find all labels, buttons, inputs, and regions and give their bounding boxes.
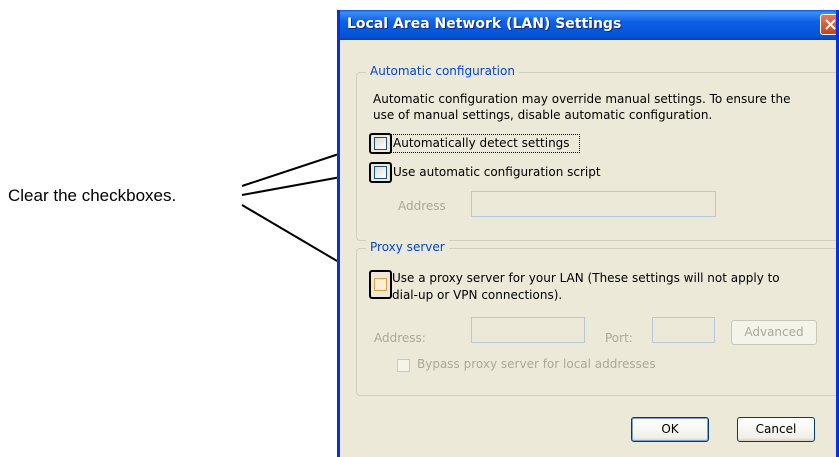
auto-detect-checkbox[interactable]: [374, 137, 387, 150]
auto-script-checkbox[interactable]: [374, 166, 387, 179]
proxy-port-field[interactable]: [652, 317, 715, 343]
script-address-label: Address: [398, 199, 446, 213]
use-proxy-checkbox[interactable]: [374, 278, 387, 291]
proxy-address-field[interactable]: [471, 317, 585, 343]
automatic-configuration-legend: Automatic configuration: [366, 64, 519, 78]
title-bar[interactable]: Local Area Network (LAN) Settings: [340, 10, 836, 40]
close-icon: [825, 19, 836, 30]
ok-button[interactable]: OK: [631, 417, 709, 442]
dialog-title: Local Area Network (LAN) Settings: [347, 16, 622, 32]
script-address-field[interactable]: [471, 191, 716, 217]
use-proxy-label-2[interactable]: dial-up or VPN connections).: [392, 288, 562, 302]
proxy-server-legend: Proxy server: [366, 240, 449, 254]
proxy-address-label: Address:: [374, 331, 426, 345]
annotation-text: Clear the checkboxes.: [8, 186, 177, 205]
automatic-configuration-description-2: use of manual settings, disable automati…: [373, 108, 713, 122]
bypass-checkbox[interactable]: [397, 359, 410, 372]
use-proxy-label[interactable]: Use a proxy server for your LAN (These s…: [392, 271, 780, 285]
auto-detect-label[interactable]: Automatically detect settings: [393, 136, 570, 150]
auto-script-label[interactable]: Use automatic configuration script: [393, 165, 601, 179]
lan-settings-dialog: Local Area Network (LAN) Settings Automa…: [337, 10, 839, 457]
cancel-button[interactable]: Cancel: [737, 417, 815, 442]
proxy-port-label: Port:: [605, 331, 633, 345]
advanced-button[interactable]: Advanced: [731, 320, 817, 345]
automatic-configuration-description: Automatic configuration may override man…: [373, 92, 791, 106]
bypass-label[interactable]: Bypass proxy server for local addresses: [417, 357, 656, 371]
close-button[interactable]: [820, 14, 836, 35]
